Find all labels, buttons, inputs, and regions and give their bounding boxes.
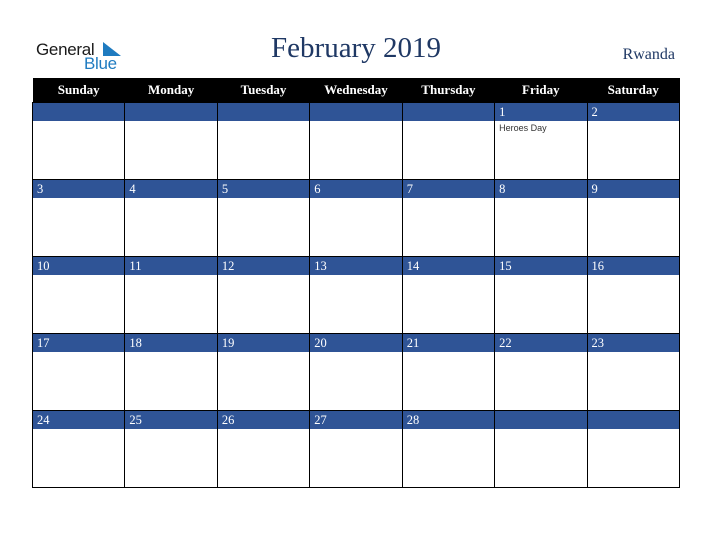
day-cell[interactable]: 3 bbox=[31, 179, 126, 257]
day-number: 11 bbox=[125, 257, 217, 275]
day-number: 13 bbox=[310, 257, 402, 275]
calendar-grid: Sunday Monday Tuesday Wednesday Thursday… bbox=[31, 78, 681, 488]
day-cell[interactable]: 22 bbox=[494, 333, 588, 411]
day-cell[interactable]: 1 Heroes Day bbox=[494, 102, 588, 180]
week-row: 3456789 bbox=[31, 179, 681, 257]
day-cell[interactable]: 6 bbox=[309, 179, 403, 257]
day-number: 15 bbox=[495, 257, 587, 275]
day-cell[interactable]: 26 bbox=[216, 410, 311, 488]
day-number: 23 bbox=[587, 334, 679, 352]
day-cell[interactable] bbox=[31, 102, 126, 180]
week-row: 1 Heroes Day 2 bbox=[31, 102, 681, 180]
weekday-header: Monday bbox=[124, 78, 218, 103]
day-number: 27 bbox=[310, 411, 402, 429]
day-number bbox=[495, 411, 587, 429]
day-number: 3 bbox=[33, 180, 125, 198]
day-number: 16 bbox=[587, 257, 679, 275]
day-cell[interactable]: 2 bbox=[586, 102, 681, 180]
day-number: 6 bbox=[310, 180, 402, 198]
day-cell[interactable]: 7 bbox=[401, 179, 496, 257]
day-number: 17 bbox=[33, 334, 125, 352]
day-cell[interactable]: 28 bbox=[401, 410, 496, 488]
day-number: 12 bbox=[217, 257, 310, 275]
weekday-header: Thursday bbox=[402, 78, 495, 103]
day-cell[interactable]: 12 bbox=[216, 256, 311, 334]
day-cell[interactable]: 11 bbox=[124, 256, 218, 334]
day-number: 14 bbox=[402, 257, 495, 275]
day-number: 24 bbox=[33, 411, 125, 429]
day-cell[interactable]: 4 bbox=[124, 179, 218, 257]
day-cell[interactable]: 5 bbox=[216, 179, 311, 257]
day-cell[interactable]: 24 bbox=[31, 410, 126, 488]
weekday-header: Wednesday bbox=[309, 78, 403, 103]
weekday-header: Sunday bbox=[32, 78, 125, 103]
day-number: 20 bbox=[310, 334, 402, 352]
week-row: 10 11 12 13 14 15 16 bbox=[31, 256, 681, 334]
calendar-title: February 2019 bbox=[271, 32, 441, 64]
day-number: 9 bbox=[587, 180, 679, 198]
weekday-header: Friday bbox=[494, 78, 588, 103]
holiday-event: Heroes Day bbox=[499, 123, 547, 133]
day-number: 5 bbox=[217, 180, 310, 198]
day-cell[interactable]: 14 bbox=[401, 256, 496, 334]
day-cell[interactable]: 21 bbox=[401, 333, 496, 411]
day-number bbox=[587, 411, 679, 429]
day-number: 2 bbox=[587, 103, 679, 121]
day-number bbox=[402, 103, 495, 121]
day-cell[interactable]: 9 bbox=[586, 179, 681, 257]
day-cell[interactable]: 27 bbox=[309, 410, 403, 488]
day-cell[interactable]: 23 bbox=[586, 333, 681, 411]
day-number: 18 bbox=[125, 334, 217, 352]
day-cell[interactable]: 17 bbox=[31, 333, 126, 411]
day-number bbox=[310, 103, 402, 121]
day-cell[interactable]: 8 bbox=[494, 179, 588, 257]
day-cell[interactable]: 15 bbox=[494, 256, 588, 334]
day-number: 28 bbox=[402, 411, 495, 429]
day-number bbox=[125, 103, 217, 121]
day-cell[interactable]: 25 bbox=[124, 410, 218, 488]
country-label: Rwanda bbox=[622, 46, 675, 63]
day-cell[interactable]: 13 bbox=[309, 256, 403, 334]
week-row: 17 18 19 20 21 22 23 bbox=[31, 333, 681, 411]
day-number: 25 bbox=[125, 411, 217, 429]
weekday-header: Tuesday bbox=[217, 78, 310, 103]
day-cell[interactable] bbox=[494, 410, 588, 488]
day-cell[interactable] bbox=[216, 102, 311, 180]
day-number bbox=[33, 103, 125, 121]
day-cell[interactable] bbox=[586, 410, 681, 488]
week-row: 24 25 26 27 28 bbox=[31, 410, 681, 488]
day-number: 1 bbox=[495, 103, 587, 121]
day-number: 8 bbox=[495, 180, 587, 198]
day-number: 21 bbox=[402, 334, 495, 352]
day-number bbox=[217, 103, 310, 121]
day-cell[interactable]: 10 bbox=[31, 256, 126, 334]
day-cell[interactable] bbox=[309, 102, 403, 180]
day-number: 22 bbox=[495, 334, 587, 352]
day-cell[interactable]: 19 bbox=[216, 333, 311, 411]
day-cell[interactable]: 16 bbox=[586, 256, 681, 334]
weekday-header-row: Sunday Monday Tuesday Wednesday Thursday… bbox=[32, 78, 680, 103]
day-cell[interactable]: 18 bbox=[124, 333, 218, 411]
day-number: 10 bbox=[33, 257, 125, 275]
day-number: 7 bbox=[402, 180, 495, 198]
day-number: 4 bbox=[125, 180, 217, 198]
day-number: 19 bbox=[217, 334, 310, 352]
weekday-header: Saturday bbox=[587, 78, 680, 103]
day-number: 26 bbox=[217, 411, 310, 429]
day-cell[interactable]: 20 bbox=[309, 333, 403, 411]
day-cell[interactable] bbox=[401, 102, 496, 180]
day-cell[interactable] bbox=[124, 102, 218, 180]
